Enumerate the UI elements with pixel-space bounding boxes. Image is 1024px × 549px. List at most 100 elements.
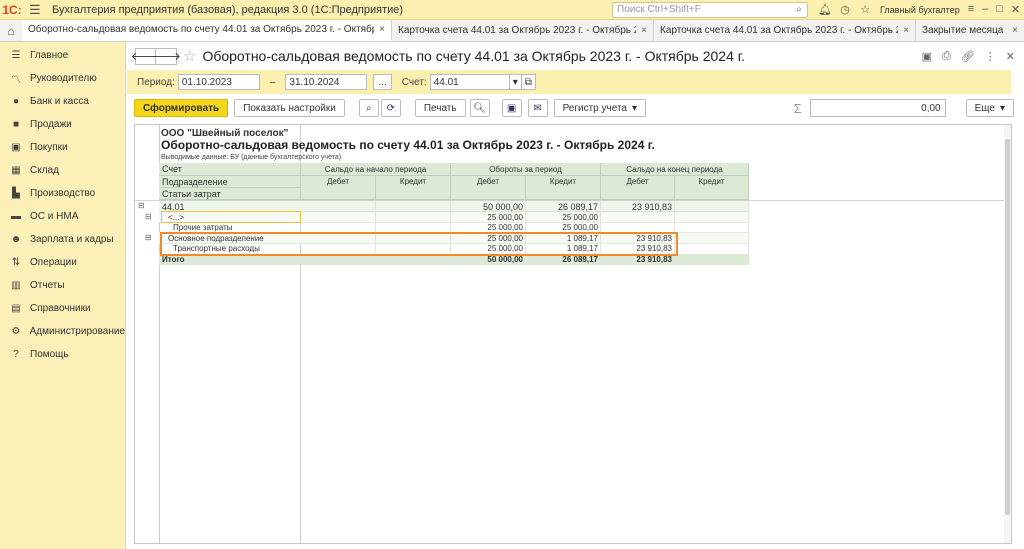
search-icon[interactable]: ⌕ xyxy=(791,4,807,15)
save-icon[interactable]: ▣ xyxy=(922,50,932,63)
header-schet: Счет xyxy=(159,163,301,176)
generate-button[interactable]: Сформировать xyxy=(134,99,229,117)
minimize-icon[interactable]: – xyxy=(982,3,988,16)
print-button[interactable]: Печать xyxy=(414,99,466,117)
more-menu-icon[interactable]: ⋮ xyxy=(985,50,996,63)
sidebar-item-label: Администрирование xyxy=(29,326,125,337)
email-icon[interactable]: ✉ xyxy=(527,99,548,117)
main-area: 🡐 🡒 ☆ Оборотно-сальдовая ведомость по сч… xyxy=(127,42,1024,549)
highlight-frame-unknown xyxy=(161,211,301,223)
more-button[interactable]: Еще ▾ xyxy=(965,99,1014,117)
tab-label: Карточка счета 44.01 за Октябрь 2023 г. … xyxy=(398,25,636,36)
main-menu-icon[interactable]: ☰ xyxy=(24,2,46,18)
scrollbar-thumb[interactable] xyxy=(1005,139,1010,515)
vertical-scrollbar[interactable] xyxy=(1004,125,1011,543)
collapse-toggle-icon[interactable]: ⊟ xyxy=(145,233,152,242)
settings-menu-icon[interactable]: ≡ xyxy=(968,3,974,16)
account-input[interactable]: 44.01 xyxy=(429,74,510,90)
current-user[interactable]: Главный бухгалтер xyxy=(880,5,960,15)
header-podrazd: Подразделение xyxy=(159,176,301,188)
cart-icon: ▣ xyxy=(11,142,21,153)
col-line xyxy=(748,201,749,265)
sidebar-item-reports[interactable]: ▥ Отчеты xyxy=(0,274,125,297)
selected-sum-field: 0,00 xyxy=(809,99,946,117)
header-start-debet: Дебет xyxy=(301,176,376,200)
global-search-input[interactable]: Поиск Ctrl+Shift+F ⌕ xyxy=(612,1,808,18)
trend-icon: 〽 xyxy=(11,75,21,86)
coins-icon: ● xyxy=(12,96,20,107)
sidebar-item-bank[interactable]: ● Банк и касса xyxy=(0,90,125,113)
notifications-icon[interactable]: 🔔︎ xyxy=(818,3,832,16)
date-from-input[interactable]: 01.10.2023 xyxy=(177,74,260,90)
favorites-icon[interactable]: ☆ xyxy=(858,3,872,16)
account-open-icon[interactable]: ⧉ xyxy=(521,74,536,90)
sidebar-item-label: Склад xyxy=(30,165,59,176)
sidebar-item-salary[interactable]: ☻ Зарплата и кадры xyxy=(0,228,125,251)
close-doc-icon[interactable]: ✕ xyxy=(1006,50,1015,63)
sidebar-item-admin[interactable]: ⚙ Администрирование xyxy=(0,320,125,343)
tab-card-1[interactable]: Карточка счета 44.01 за Октябрь 2023 г. … xyxy=(392,20,654,41)
app-title: Бухгалтерия предприятия (базовая), редак… xyxy=(52,3,404,16)
sidebar-item-references[interactable]: ▤ Справочники xyxy=(0,297,125,320)
search-placeholder: Поиск Ctrl+Shift+F xyxy=(617,4,701,15)
sidebar-item-purchases[interactable]: ▣ Покупки xyxy=(0,136,125,159)
menu-lines-icon: ☰ xyxy=(11,50,21,61)
sidebar-item-manager[interactable]: 〽 Руководителю xyxy=(0,67,125,90)
highlight-frame-division xyxy=(160,232,678,256)
collapse-toggle-icon[interactable]: ⊟ xyxy=(138,201,145,210)
sidebar-item-label: Производство xyxy=(30,188,96,199)
tab-label: Карточка счета 44.01 за Октябрь 2023 г. … xyxy=(660,25,898,36)
register-dropdown-button[interactable]: Регистр учета ▾ xyxy=(553,99,647,117)
report-title: Оборотно-сальдовая ведомость по счету 44… xyxy=(161,138,655,152)
doc-title: Оборотно-сальдовая ведомость по счету 44… xyxy=(202,48,746,64)
collapse-toggle-icon[interactable]: ⊟ xyxy=(145,212,152,221)
register-label: Регистр учета xyxy=(562,102,627,114)
1c-logo: 1С: xyxy=(2,2,22,17)
report-toolbar: Сформировать Показать настройки ⌕ ⟳ Печа… xyxy=(134,98,1014,118)
tab-card-2[interactable]: Карточка счета 44.01 за Октябрь 2023 г. … xyxy=(654,20,916,41)
sidebar-item-help[interactable]: ? Помощь xyxy=(0,343,125,366)
close-tab-icon[interactable]: × xyxy=(903,25,909,36)
preview-icon[interactable]: 🔍︎ xyxy=(469,99,490,117)
sidebar-item-label: Банк и касса xyxy=(30,96,89,107)
close-tab-icon[interactable]: × xyxy=(1012,25,1018,36)
sidebar-item-label: Покупки xyxy=(30,142,68,153)
period-select-button[interactable]: ... xyxy=(373,74,392,90)
sidebar-item-label: Помощь xyxy=(30,349,69,360)
dt-kt-icon: ⇅ xyxy=(11,257,21,268)
print-icon[interactable]: ⎙ xyxy=(942,50,951,63)
chart-icon: ▥ xyxy=(11,280,21,291)
sidebar-item-production[interactable]: ▙ Производство xyxy=(0,182,125,205)
show-settings-button[interactable]: Показать настройки xyxy=(234,99,345,117)
home-icon[interactable]: ⌂ xyxy=(0,20,22,41)
truck-icon: ▬ xyxy=(11,211,21,222)
factory-icon: ▙ xyxy=(12,188,20,199)
account-dropdown-icon[interactable]: ▾ xyxy=(509,74,522,90)
forward-button[interactable]: 🡒 xyxy=(151,47,181,65)
tab-osv[interactable]: Оборотно-сальдовая ведомость по счету 44… xyxy=(22,20,392,41)
sidebar-item-label: Руководителю xyxy=(30,73,97,84)
find-icon[interactable]: ⌕ xyxy=(358,99,379,117)
sidebar-item-warehouse[interactable]: ▦ Склад xyxy=(0,159,125,182)
close-tab-icon[interactable]: × xyxy=(379,24,385,35)
favorite-star-icon[interactable]: ☆ xyxy=(183,47,196,65)
header-ob-debet: Дебет xyxy=(451,176,526,200)
sidebar-item-label: ОС и НМА xyxy=(30,211,79,222)
sidebar-item-main[interactable]: ☰ Главное xyxy=(0,44,125,67)
close-tab-icon[interactable]: × xyxy=(641,25,647,36)
header-saldo-end: Сальдо на конец периода xyxy=(601,163,749,176)
link-icon[interactable]: 🔗︎ xyxy=(961,50,975,63)
close-window-icon[interactable]: ✕ xyxy=(1011,3,1020,16)
sidebar-item-operations[interactable]: ⇅ Операции xyxy=(0,251,125,274)
history-icon[interactable]: ◷ xyxy=(838,3,852,16)
sidebar-item-label: Справочники xyxy=(30,303,91,314)
find-next-icon[interactable]: ⟳ xyxy=(380,99,401,117)
date-to-input[interactable]: 31.10.2024 xyxy=(285,74,368,90)
report-sheet[interactable]: ООО "Швейный поселок" Оборотно-сальдовая… xyxy=(134,124,1012,544)
sidebar-item-assets[interactable]: ▬ ОС и НМА xyxy=(0,205,125,228)
maximize-icon[interactable]: □ xyxy=(996,3,1003,16)
tab-month-close[interactable]: Закрытие месяца × xyxy=(916,20,1024,41)
sidebar-item-sales[interactable]: ■ Продажи xyxy=(0,113,125,136)
person-icon: ☻ xyxy=(10,234,22,245)
save-file-icon[interactable]: ▣ xyxy=(501,99,522,117)
